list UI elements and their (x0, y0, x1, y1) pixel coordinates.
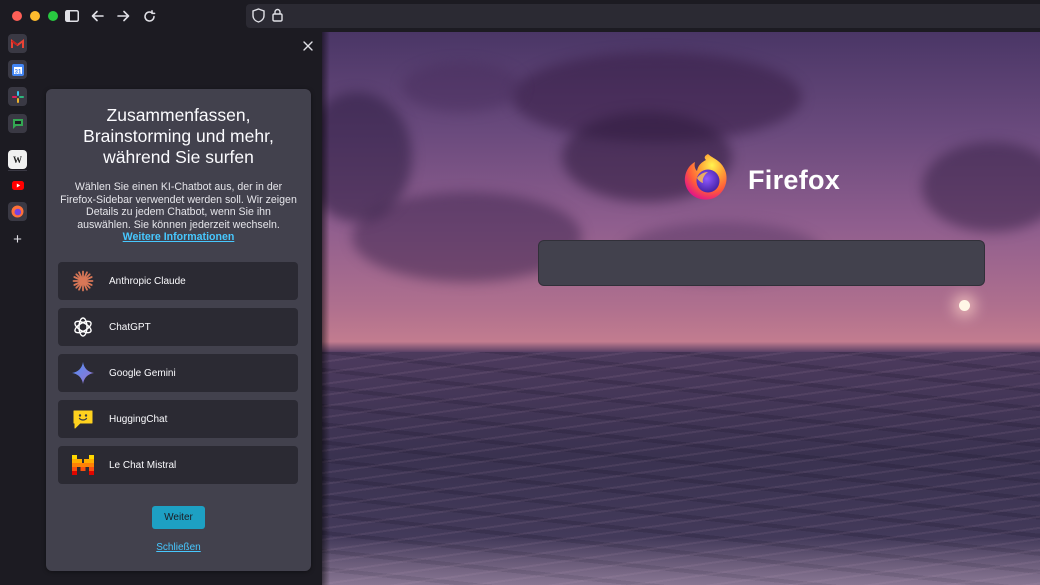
calendar-icon[interactable]: 31 (8, 60, 27, 79)
onboarding-heading: Zusammenfassen, Brainstorming und mehr, … (83, 105, 274, 167)
newtab-search-input[interactable] (538, 240, 985, 286)
rail-divider (8, 170, 27, 171)
sidebar-launcher: 31 W + (0, 32, 35, 585)
window-controls (12, 11, 58, 21)
firefox-rail-icon[interactable] (8, 202, 27, 221)
close-sidebar-icon[interactable] (300, 38, 316, 54)
sidebar-toggle-icon[interactable] (63, 7, 81, 25)
sun (959, 300, 970, 311)
chatgpt-icon (70, 314, 96, 340)
youtube-icon[interactable] (8, 176, 27, 195)
sidebar-edge-shadow (322, 32, 330, 585)
lock-icon[interactable] (272, 8, 283, 27)
mistral-icon (70, 452, 96, 478)
chatbot-option-mistral[interactable]: Le Chat Mistral (58, 446, 298, 484)
chatbot-name: ChatGPT (109, 321, 151, 333)
google-chat-icon[interactable] (8, 114, 27, 133)
firefox-branding: Firefox (680, 150, 840, 211)
learn-more-link[interactable]: Weitere Informationen (123, 231, 235, 243)
huggingchat-icon (70, 406, 96, 432)
wikipedia-icon[interactable]: W (8, 150, 27, 169)
svg-text:31: 31 (14, 69, 21, 75)
firefox-wordmark: Firefox (748, 165, 841, 195)
chatbot-option-claude[interactable]: Anthropic Claude (58, 262, 298, 300)
close-onboarding-link[interactable]: Schließen (46, 542, 311, 553)
new-tab-page: Firefox (322, 32, 1040, 585)
add-panel-icon[interactable]: + (8, 230, 27, 249)
continue-button[interactable]: Weiter (152, 506, 205, 529)
zoom-window-button[interactable] (48, 11, 58, 21)
tracking-protection-shield-icon[interactable] (252, 8, 265, 28)
slack-icon[interactable] (8, 87, 27, 106)
chatbot-option-huggingchat[interactable]: HuggingChat (58, 400, 298, 438)
chatbot-name: Anthropic Claude (109, 275, 186, 287)
reload-icon[interactable] (140, 7, 158, 25)
gmail-icon[interactable] (8, 34, 27, 53)
forward-icon[interactable] (114, 7, 132, 25)
claude-icon (70, 268, 96, 294)
minimize-window-button[interactable] (30, 11, 40, 21)
onboarding-description: Wählen Sie einen KI-Chatbot aus, der in … (60, 181, 297, 244)
wave-foam (322, 537, 1040, 585)
ai-chatbot-sidebar: Zusammenfassen, Brainstorming und mehr, … (35, 32, 322, 585)
browser-toolbar (0, 0, 1040, 32)
chatbot-option-gemini[interactable]: Google Gemini (58, 354, 298, 392)
chatbot-name: HuggingChat (109, 413, 168, 425)
chatbot-name: Le Chat Mistral (109, 459, 177, 471)
close-window-button[interactable] (12, 11, 22, 21)
description-text: Wählen Sie einen KI-Chatbot aus, der in … (60, 181, 297, 231)
chatbot-option-chatgpt[interactable]: ChatGPT (58, 308, 298, 346)
chatbot-name: Google Gemini (109, 367, 176, 379)
firefox-logo-icon (680, 150, 736, 211)
address-bar[interactable] (246, 4, 1040, 28)
back-icon[interactable] (88, 7, 106, 25)
gemini-icon (70, 360, 96, 386)
onboarding-card: Zusammenfassen, Brainstorming und mehr, … (46, 89, 311, 571)
